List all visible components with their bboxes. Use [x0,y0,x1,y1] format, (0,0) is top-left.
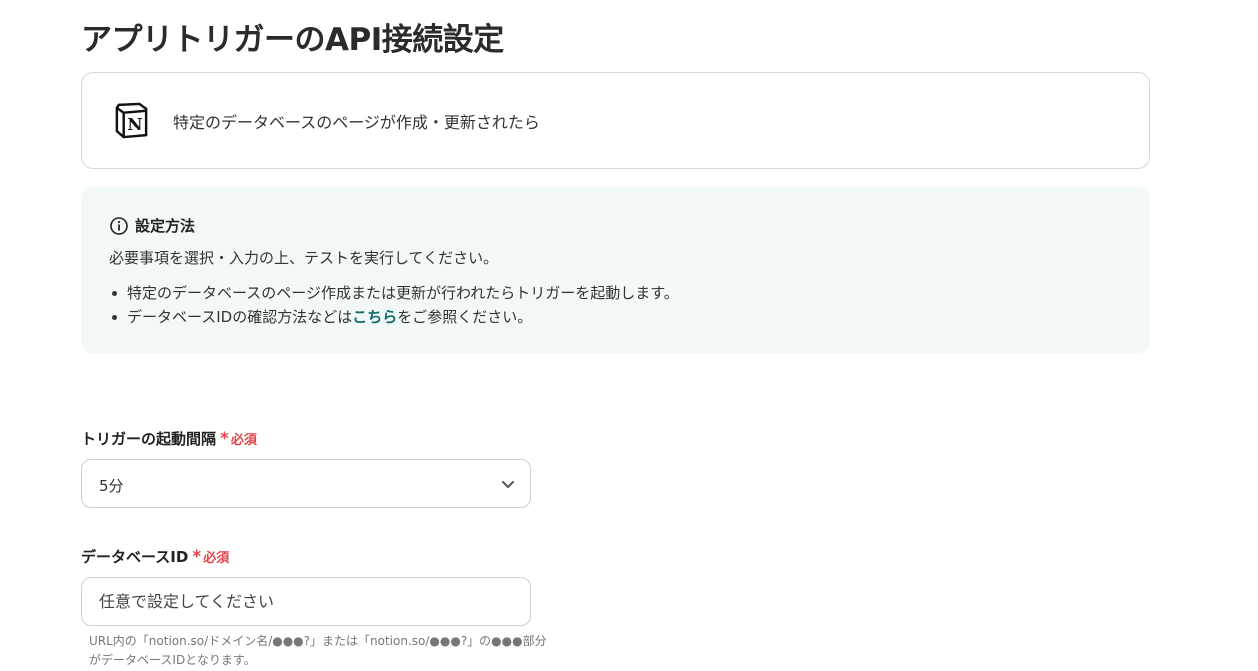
chevron-down-icon [502,481,514,488]
list-item: 特定のデータベースのページ作成または更新が行われたらトリガーを起動します。 [109,281,679,305]
interval-label: トリガーの起動間隔 * 必須 [81,428,257,449]
database-id-label: データベースID * 必須 [81,546,229,567]
help-header: 設定方法 [109,215,195,236]
help-box: 設定方法 必要事項を選択・入力の上、テストを実行してください。 特定のデータベー… [81,187,1150,353]
required-mark: * [220,429,229,449]
notion-logo-icon: N [115,102,148,139]
list-item: データベースIDの確認方法などは こちら をご参照ください。 [109,305,679,329]
bullet [112,290,117,296]
help-intro: 必要事項を選択・入力の上、テストを実行してください。 [109,249,499,267]
database-id-input[interactable] [81,577,531,626]
interval-label-text: トリガーの起動間隔 [81,430,217,448]
required-mark: * [192,547,202,567]
database-id-label-text: データベースID [81,548,189,566]
interval-select-value: 5分 [99,477,124,495]
help-item-text-before: データベースIDの確認方法などは [127,308,353,326]
interval-select[interactable]: 5分 [81,459,531,508]
required-text: 必須 [203,551,230,566]
svg-text:N: N [127,114,142,134]
help-title: 設定方法 [135,217,196,235]
help-link[interactable]: こちら [352,305,397,329]
help-item-text: 特定のデータベースのページ作成または更新が行われたらトリガーを起動します。 [127,284,679,302]
bullet [112,314,117,320]
page-title: アプリトリガーのAPI接続設定 [81,22,504,58]
app-trigger-card: N 特定のデータベースのページが作成・更新されたら [81,72,1150,169]
help-list: 特定のデータベースのページ作成または更新が行われたらトリガーを起動します。 デー… [109,281,679,329]
required-text: 必須 [230,433,257,448]
trigger-description: 特定のデータベースのページが作成・更新されたら [173,113,540,132]
info-icon [110,216,128,235]
help-item-text-after: をご参照ください。 [397,308,533,326]
database-id-hint: URL内の「notion.so/ドメイン名/●●●?」または「notion.so… [89,634,547,667]
